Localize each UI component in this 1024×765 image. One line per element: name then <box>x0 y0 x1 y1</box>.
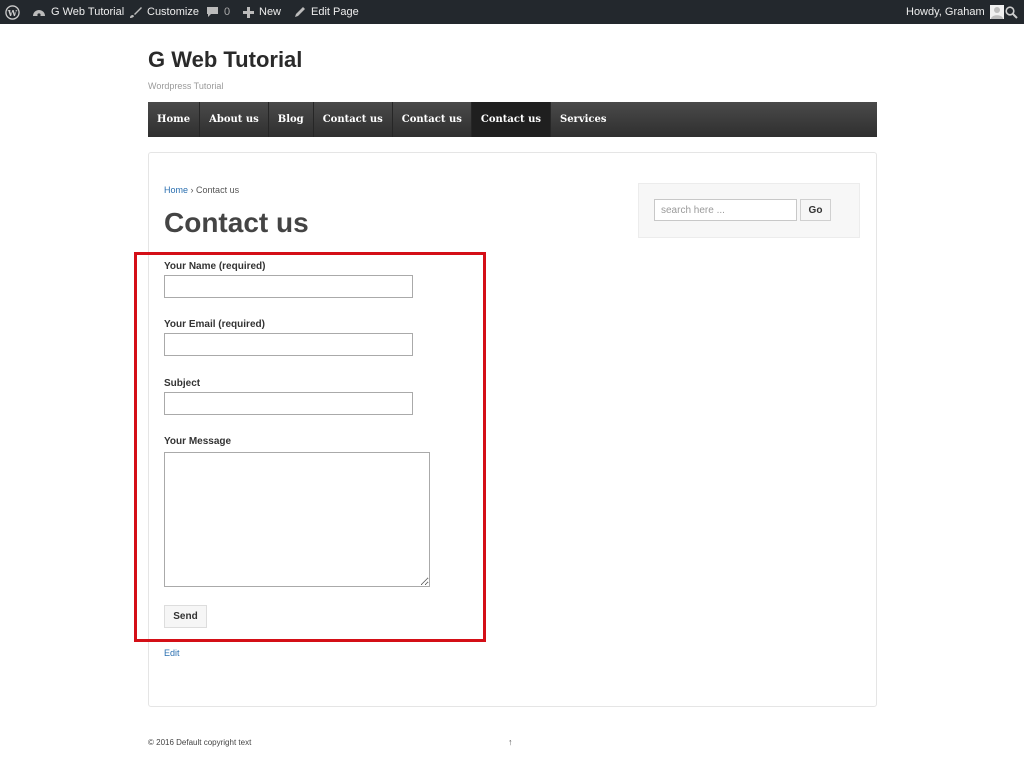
admin-bar-site[interactable]: G Web Tutorial <box>32 0 124 24</box>
avatar-icon <box>989 5 1004 19</box>
send-button[interactable]: Send <box>164 605 207 628</box>
footer-copyright: © 2016 Default copyright text <box>148 738 252 747</box>
message-field[interactable] <box>164 452 430 587</box>
nav-item-contact-us-2[interactable]: Contact us <box>393 102 472 137</box>
comment-icon <box>207 7 218 17</box>
site-description: Wordpress Tutorial <box>148 81 224 91</box>
admin-bar-new-label: New <box>259 6 282 18</box>
pencil-icon <box>295 7 305 17</box>
nav-item-contact-us-1[interactable]: Contact us <box>314 102 393 137</box>
admin-bar-account[interactable]: Howdy, Graham <box>906 0 1004 24</box>
admin-bar-howdy: Howdy, Graham <box>906 6 985 18</box>
wordpress-logo-icon[interactable]: W <box>5 0 20 24</box>
svg-text:W: W <box>7 7 18 17</box>
admin-bar-customize-label: Customize <box>147 6 199 18</box>
edit-link[interactable]: Edit <box>164 648 180 658</box>
breadcrumb-separator: › <box>190 185 194 195</box>
admin-bar-comments-count: 0 <box>224 6 231 18</box>
admin-bar-site-name: G Web Tutorial <box>51 6 125 18</box>
subject-field[interactable] <box>164 392 413 415</box>
nav-item-home[interactable]: Home <box>148 102 201 137</box>
brush-icon <box>130 6 142 18</box>
dashboard-icon <box>33 10 45 17</box>
admin-bar-edit-page-label: Edit Page <box>311 6 359 18</box>
nav-item-contact-us-3[interactable]: Contact us <box>471 102 551 137</box>
main-navigation: Home About us Blog Contact us Contact us… <box>148 102 877 137</box>
search-icon[interactable] <box>1005 0 1018 24</box>
nav-item-blog[interactable]: Blog <box>269 102 314 137</box>
subject-label: Subject <box>164 378 201 389</box>
admin-bar-new[interactable]: New <box>243 0 281 24</box>
admin-bar: W G Web Tutorial Customize 0 New Edit Pa… <box>0 0 1024 24</box>
breadcrumb-current: Contact us <box>196 185 240 195</box>
email-field[interactable] <box>164 333 413 356</box>
name-field[interactable] <box>164 275 413 298</box>
plus-icon <box>243 6 254 18</box>
admin-bar-comments[interactable]: 0 <box>206 0 230 24</box>
breadcrumb: Home › Contact us <box>164 185 239 195</box>
go-button[interactable]: Go <box>800 199 831 221</box>
email-label: Your Email (required) <box>164 319 265 330</box>
breadcrumb-home-link[interactable]: Home <box>164 185 188 195</box>
site-title[interactable]: G Web Tutorial <box>148 47 302 73</box>
search-input[interactable] <box>654 199 797 221</box>
back-to-top-arrow-icon[interactable]: ↑ <box>508 737 513 747</box>
nav-item-services[interactable]: Services <box>551 102 616 137</box>
nav-item-about-us[interactable]: About us <box>200 102 269 137</box>
admin-bar-customize[interactable]: Customize <box>129 0 199 24</box>
admin-bar-edit-page[interactable]: Edit Page <box>294 0 359 24</box>
page-title: Contact us <box>164 207 309 238</box>
message-label: Your Message <box>164 436 232 447</box>
name-label: Your Name (required) <box>164 261 266 272</box>
